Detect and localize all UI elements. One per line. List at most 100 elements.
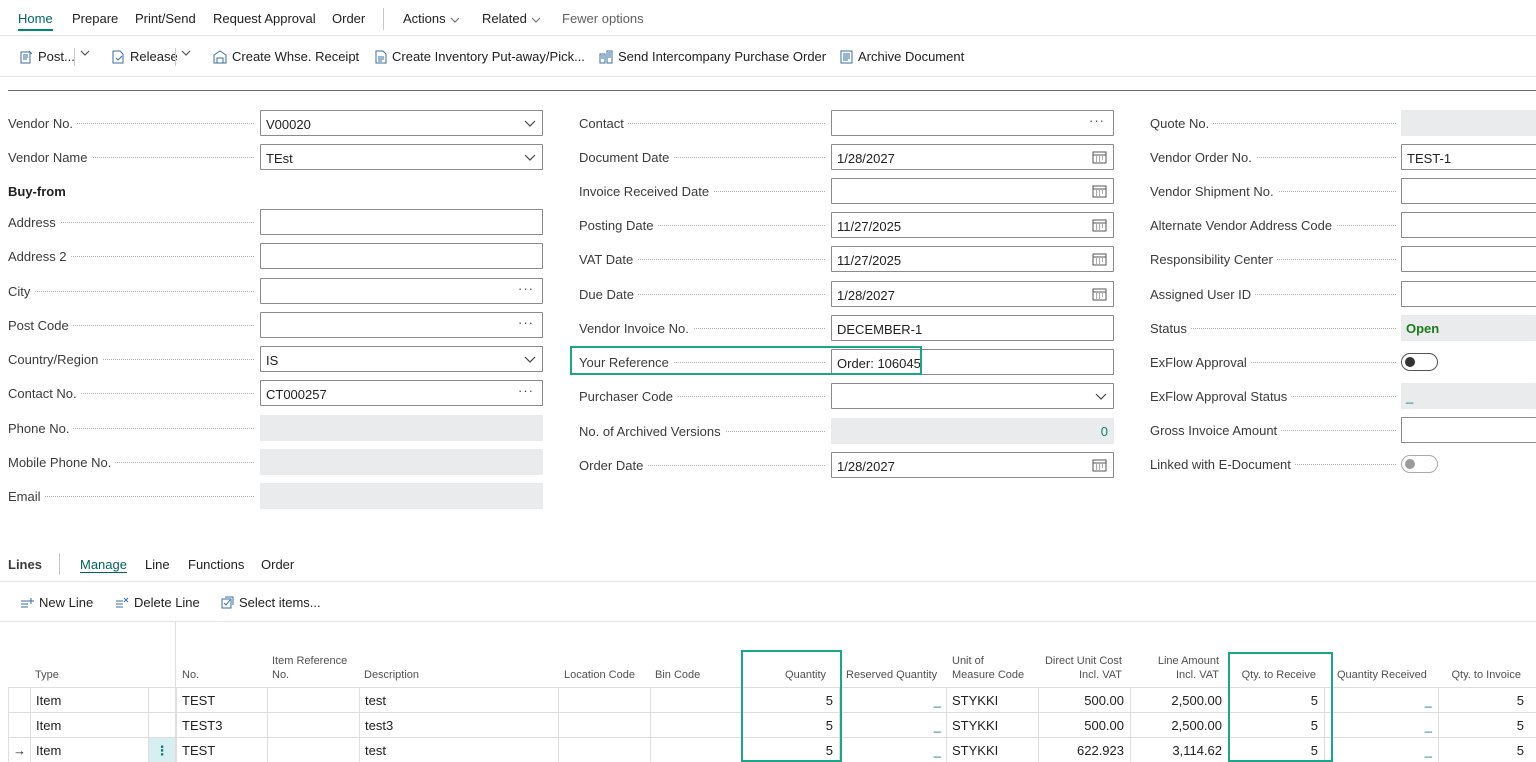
type-cell[interactable]: Item	[30, 688, 148, 713]
reserved-cell[interactable]: _	[839, 738, 947, 762]
description-cell[interactable]: test	[359, 688, 559, 713]
col-header-qty-to-invoice[interactable]: Qty. to Invoice	[1438, 668, 1522, 682]
item-reference-cell[interactable]	[267, 688, 359, 713]
type-cell[interactable]: Item	[30, 713, 148, 738]
fewer-options-button[interactable]: Fewer options	[562, 11, 644, 26]
qty-to-invoice-cell[interactable]: 5	[1438, 738, 1530, 762]
col-header-qty-received[interactable]: Quantity Received	[1337, 668, 1427, 682]
item-reference-cell[interactable]	[267, 713, 359, 738]
unit-cost-cell[interactable]: 500.00	[1038, 713, 1130, 738]
col-header-quantity[interactable]: Quantity	[748, 668, 826, 682]
calendar-icon[interactable]	[1092, 287, 1107, 301]
archived-versions-value[interactable]: 0	[831, 418, 1114, 444]
col-header-qty-to-receive[interactable]: Qty. to Receive	[1232, 668, 1316, 682]
unit-cost-cell[interactable]: 622.923	[1038, 738, 1130, 762]
address2-input[interactable]	[260, 243, 543, 269]
qty-to-receive-cell[interactable]: 5	[1228, 688, 1324, 713]
line-amount-cell[interactable]: 3,114.62	[1130, 738, 1228, 762]
calendar-icon[interactable]	[1092, 252, 1107, 266]
uom-cell[interactable]: STYKKI	[946, 738, 1038, 762]
post-code-input[interactable]: ···	[260, 312, 543, 338]
vendor-invoice-no-input[interactable]: DECEMBER-1	[831, 315, 1114, 341]
post-button[interactable]: Post...	[20, 49, 75, 64]
unit-cost-cell[interactable]: 500.00	[1038, 688, 1130, 713]
chevron-down-icon[interactable]	[1095, 389, 1107, 403]
row-menu-cell[interactable]	[148, 688, 175, 713]
exflow-status-value[interactable]: _	[1401, 383, 1536, 409]
description-cell[interactable]: test3	[359, 713, 559, 738]
reserved-cell[interactable]: _	[839, 688, 947, 713]
posting-date-input[interactable]: 11/27/2025	[831, 212, 1114, 238]
address-input[interactable]	[260, 209, 543, 235]
qty-to-receive-cell[interactable]: 5	[1228, 713, 1324, 738]
type-cell[interactable]: Item	[30, 738, 148, 762]
qty-received-cell[interactable]: _	[1324, 738, 1438, 762]
tab-prepare[interactable]: Prepare	[72, 11, 118, 26]
no-cell[interactable]: TEST	[176, 688, 268, 713]
order-date-input[interactable]: 1/28/2027	[831, 452, 1114, 478]
tab-request-approval[interactable]: Request Approval	[213, 11, 316, 26]
tab-order[interactable]: Order	[332, 11, 365, 26]
col-header-direct-unit-cost[interactable]: Direct Unit Cost Incl. VAT	[1038, 654, 1122, 682]
your-reference-input[interactable]: Order: 106045	[831, 349, 1114, 375]
chevron-down-icon[interactable]	[524, 150, 536, 164]
tab-print-send[interactable]: Print/Send	[135, 11, 196, 26]
row-actions-icon[interactable]: ⋮	[148, 738, 175, 762]
due-date-input[interactable]: 1/28/2027	[831, 281, 1114, 307]
assigned-user-input[interactable]	[1401, 281, 1536, 307]
location-cell[interactable]	[558, 738, 650, 762]
contact-no-input[interactable]: CT000257 ···	[260, 380, 543, 406]
quantity-cell[interactable]: 5	[741, 713, 839, 738]
bin-cell[interactable]	[650, 713, 742, 738]
uom-cell[interactable]: STYKKI	[946, 713, 1038, 738]
purchaser-code-input[interactable]	[831, 383, 1114, 409]
create-whse-receipt-button[interactable]: Create Whse. Receipt	[213, 49, 359, 64]
no-cell[interactable]: TEST3	[176, 713, 268, 738]
quantity-cell[interactable]: 5	[741, 688, 839, 713]
city-input[interactable]: ···	[260, 278, 543, 304]
bin-cell[interactable]	[650, 738, 742, 762]
vendor-shipment-no-input[interactable]	[1401, 178, 1536, 204]
quantity-cell[interactable]: 5	[741, 738, 839, 762]
tab-manage[interactable]: Manage	[80, 557, 127, 572]
actions-menu[interactable]: Actions	[403, 11, 460, 26]
uom-cell[interactable]: STYKKI	[946, 688, 1038, 713]
gross-invoice-amount-input[interactable]	[1401, 417, 1536, 443]
vat-date-input[interactable]: 11/27/2025	[831, 246, 1114, 272]
create-inventory-putaway-button[interactable]: Create Inventory Put-away/Pick...	[375, 49, 585, 64]
responsibility-center-input[interactable]	[1401, 246, 1536, 272]
col-header-description[interactable]: Description	[364, 668, 419, 682]
vendor-order-no-input[interactable]: TEST-1	[1401, 144, 1536, 170]
table-row[interactable]: Item TEST3 test3 5 _ STYKKI 500.00 2,500…	[8, 712, 1536, 738]
qty-to-receive-cell[interactable]: 5	[1228, 738, 1324, 762]
chevron-down-icon[interactable]	[524, 352, 536, 366]
item-reference-cell[interactable]	[267, 738, 359, 762]
document-date-input[interactable]: 1/28/2027	[831, 144, 1114, 170]
col-header-type[interactable]: Type	[35, 668, 59, 682]
qty-received-cell[interactable]: _	[1324, 688, 1438, 713]
ellipsis-icon[interactable]: ···	[1089, 113, 1105, 128]
delete-line-button[interactable]: Delete Line	[115, 595, 200, 610]
ellipsis-icon[interactable]: ···	[518, 383, 534, 398]
col-header-uom[interactable]: Unit of Measure Code	[952, 654, 1024, 682]
tab-line[interactable]: Line	[145, 557, 170, 572]
no-cell[interactable]: TEST	[176, 738, 268, 762]
qty-to-invoice-cell[interactable]: 5	[1438, 688, 1530, 713]
calendar-icon[interactable]	[1092, 150, 1107, 164]
ellipsis-icon[interactable]: ···	[518, 281, 534, 296]
col-header-reserved[interactable]: Reserved Quantity	[846, 668, 937, 682]
exflow-approval-toggle[interactable]	[1401, 353, 1438, 371]
col-header-line-amount[interactable]: Line Amount Incl. VAT	[1138, 654, 1219, 682]
chevron-down-icon[interactable]	[80, 50, 90, 56]
ellipsis-icon[interactable]: ···	[518, 315, 534, 330]
new-line-button[interactable]: New Line	[20, 595, 93, 610]
chevron-down-icon[interactable]	[181, 50, 191, 56]
tab-home[interactable]: Home	[18, 11, 53, 31]
archive-document-button[interactable]: Archive Document	[840, 49, 964, 64]
row-menu-cell[interactable]	[148, 713, 175, 738]
location-cell[interactable]	[558, 713, 650, 738]
qty-to-invoice-cell[interactable]: 5	[1438, 713, 1530, 738]
release-button[interactable]: Release	[112, 49, 178, 64]
line-amount-cell[interactable]: 2,500.00	[1130, 688, 1228, 713]
bin-cell[interactable]	[650, 688, 742, 713]
